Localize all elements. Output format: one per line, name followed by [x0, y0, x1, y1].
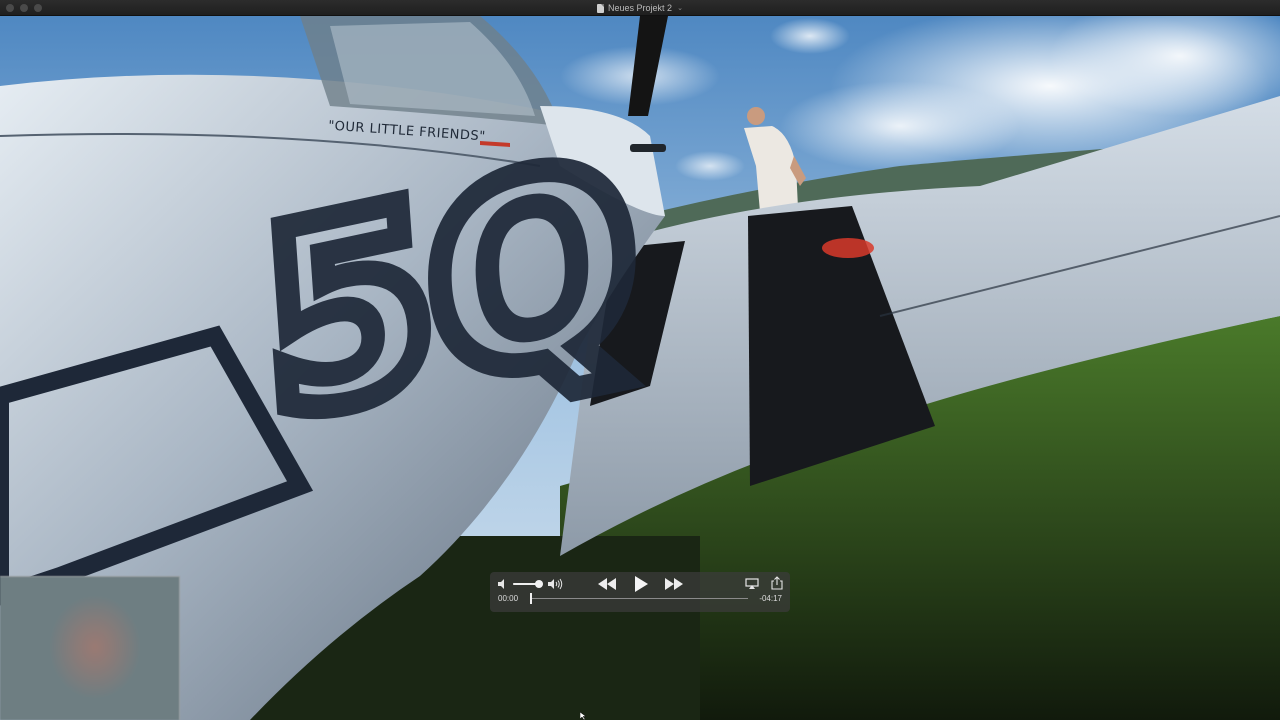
window-title[interactable]: Neues Projekt 2 ⌄ [0, 0, 1280, 16]
playhead[interactable] [530, 593, 532, 604]
volume-low-icon[interactable] [497, 578, 509, 590]
document-icon [597, 3, 605, 13]
volume-slider[interactable] [513, 580, 543, 588]
remaining-time: -04:17 [759, 594, 782, 603]
fast-forward-icon[interactable] [663, 577, 685, 591]
share-icon[interactable] [771, 576, 783, 590]
chevron-down-icon[interactable]: ⌄ [677, 4, 683, 12]
volume-knob[interactable] [534, 580, 543, 588]
rewind-icon[interactable] [596, 577, 618, 591]
volume-high-icon[interactable] [547, 578, 563, 590]
video-thumbnail-preview[interactable] [0, 576, 180, 720]
player-window: Neues Projekt 2 ⌄ "OUR LITTLE FRIENDS" 5… [0, 0, 1280, 720]
mouse-pointer-icon [580, 712, 586, 720]
elapsed-time: 00:00 [498, 594, 519, 603]
airplay-icon[interactable] [745, 578, 759, 590]
title-bar[interactable]: Neues Projekt 2 ⌄ [0, 0, 1280, 16]
video-scene [0, 16, 1280, 720]
window-title-text: Neues Projekt 2 [608, 3, 673, 13]
timeline-scrubber[interactable] [530, 593, 748, 604]
play-icon[interactable] [630, 575, 652, 593]
video-frame[interactable]: "OUR LITTLE FRIENDS" 5Q [0, 16, 1280, 720]
fuselage-number: 5Q [242, 93, 653, 488]
playback-controls[interactable]: 00:00 -04:17 [490, 572, 790, 612]
